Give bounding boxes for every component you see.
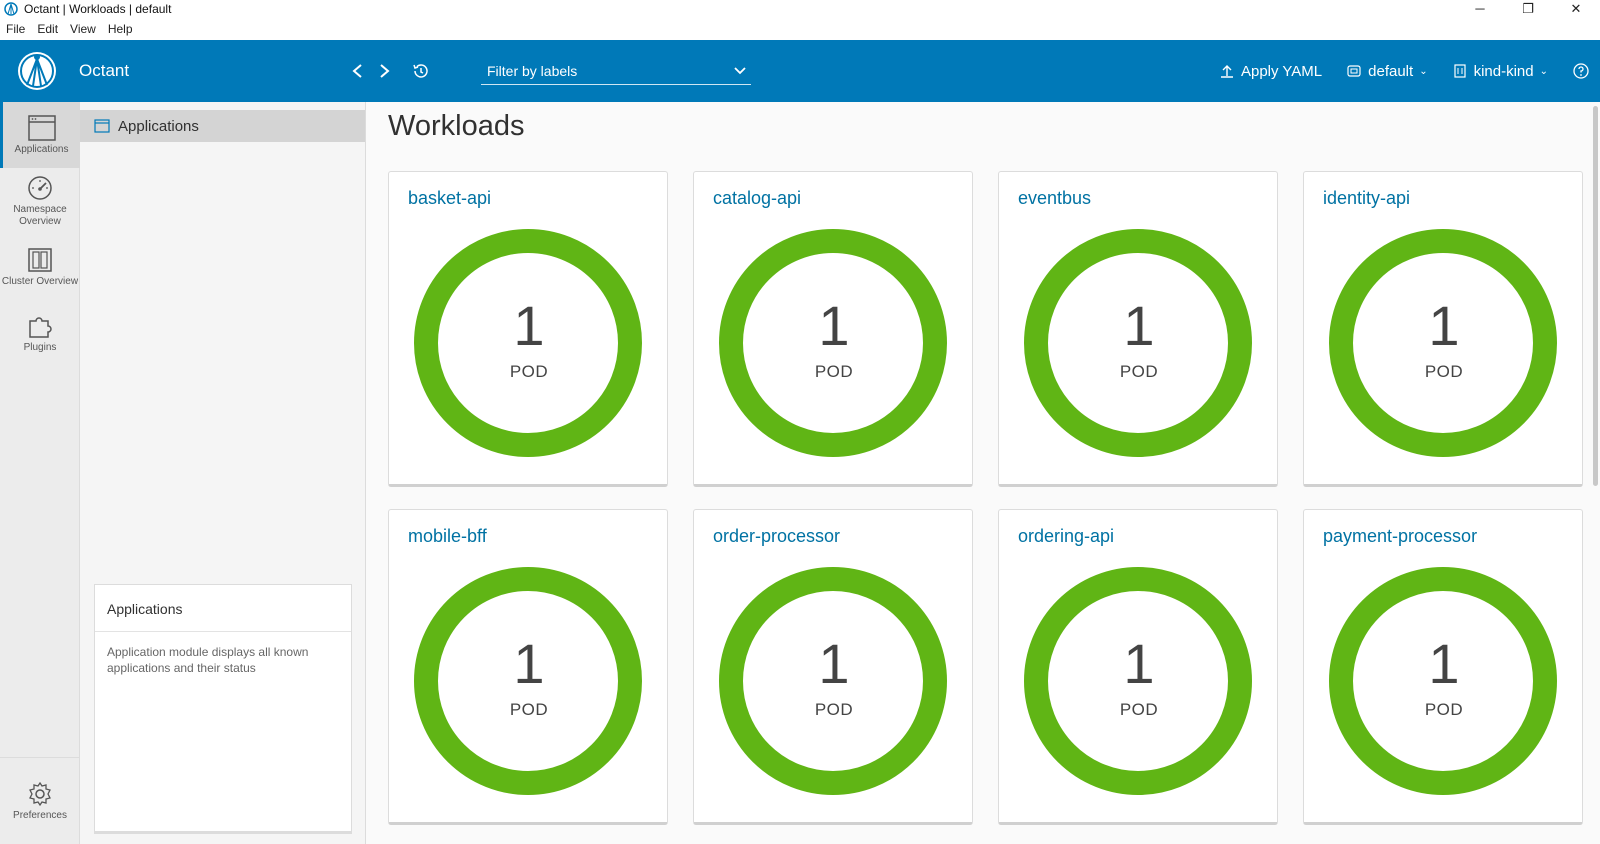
pod-count-unit: POD xyxy=(509,362,549,381)
upload-icon xyxy=(1220,65,1233,78)
workload-name-link[interactable]: mobile-bff xyxy=(408,526,487,547)
apply-yaml-button[interactable]: Apply YAML xyxy=(1219,63,1322,80)
pod-count-unit: POD xyxy=(814,700,854,719)
main-content: Workloads basket-api 1 POD catalog-api 1… xyxy=(366,102,1600,844)
puzzle-icon xyxy=(29,316,52,338)
applications-icon xyxy=(27,114,56,141)
namespace-value: default xyxy=(1368,62,1414,80)
cluster-context-icon xyxy=(1453,64,1466,78)
pod-count: 1 xyxy=(1123,294,1155,357)
caret-down-icon: ⌄ xyxy=(1539,65,1548,77)
chevron-down-icon xyxy=(734,66,746,74)
history-icon[interactable] xyxy=(411,62,429,80)
rail-item-preferences[interactable]: Preferences xyxy=(0,768,80,834)
window-title: Octant | Workloads | default xyxy=(24,2,172,16)
pod-count-unit: POD xyxy=(1424,362,1464,381)
workload-card[interactable]: ordering-api 1 POD xyxy=(998,509,1278,825)
workload-name-link[interactable]: basket-api xyxy=(408,188,491,209)
pod-count: 1 xyxy=(513,294,545,357)
pod-count: 1 xyxy=(1428,294,1460,357)
apply-yaml-label: Apply YAML xyxy=(1240,62,1323,80)
rail-label-namespace-overview: Namespace Overview xyxy=(13,203,67,227)
app-header: Octant Filter by labels Apply YAML defau… xyxy=(0,40,1600,102)
pod-count-unit: POD xyxy=(814,362,854,381)
workload-name-link[interactable]: payment-processor xyxy=(1323,526,1477,547)
gauge-icon xyxy=(28,175,52,200)
namespace-dropdown[interactable]: default ⌄ xyxy=(1346,62,1428,80)
pod-count: 1 xyxy=(1123,632,1155,695)
gear-icon xyxy=(29,781,51,806)
label-filter-select[interactable]: Filter by labels xyxy=(481,57,751,85)
menu-bar: File Edit View Help xyxy=(0,18,1600,40)
module-info-title: Applications xyxy=(95,585,351,632)
minimize-button[interactable]: ─ xyxy=(1456,0,1504,18)
menu-file[interactable]: File xyxy=(6,22,25,36)
octant-app-icon xyxy=(4,2,18,16)
menu-help[interactable]: Help xyxy=(108,22,133,36)
help-icon[interactable] xyxy=(1572,62,1590,80)
main-scrollbar[interactable] xyxy=(1593,106,1598,486)
caret-down-icon: ⌄ xyxy=(1419,65,1428,77)
secondary-nav: Applications Applications Application mo… xyxy=(80,102,366,844)
module-info-description: Application module displays all known ap… xyxy=(107,645,309,675)
pod-count: 1 xyxy=(818,632,850,695)
icon-rail: Applications Namespace Overview Cluster … xyxy=(0,102,80,844)
page-title: Workloads xyxy=(388,110,525,142)
namespace-icon xyxy=(1347,65,1361,77)
pod-count: 1 xyxy=(1428,632,1460,695)
rail-label-cluster-overview: Cluster Overview xyxy=(1,275,79,287)
cluster-icon xyxy=(28,247,52,272)
pod-count: 1 xyxy=(513,632,545,695)
context-value: kind-kind xyxy=(1473,62,1534,80)
context-dropdown[interactable]: kind-kind ⌄ xyxy=(1452,63,1548,80)
workload-card[interactable]: identity-api 1 POD xyxy=(1303,171,1583,487)
rail-label-preferences: Preferences xyxy=(13,809,67,821)
menu-view[interactable]: View xyxy=(70,22,96,36)
subnav-item-applications[interactable]: Applications xyxy=(80,110,365,142)
subnav-label-applications: Applications xyxy=(118,117,199,135)
workload-card[interactable]: mobile-bff 1 POD xyxy=(388,509,668,825)
restore-button[interactable]: ❐ xyxy=(1504,0,1552,18)
pod-count-unit: POD xyxy=(1119,362,1159,381)
close-button[interactable]: ✕ xyxy=(1552,0,1600,18)
workload-card[interactable]: payment-processor 1 POD xyxy=(1303,509,1583,825)
workload-card[interactable]: catalog-api 1 POD xyxy=(693,171,973,487)
octant-logo-icon[interactable] xyxy=(15,49,59,93)
forward-arrow-icon[interactable] xyxy=(375,62,393,80)
window-titlebar: Octant | Workloads | default ─ ❐ ✕ xyxy=(0,0,1600,18)
workload-name-link[interactable]: catalog-api xyxy=(713,188,801,209)
workload-name-link[interactable]: ordering-api xyxy=(1018,526,1114,547)
label-filter-placeholder: Filter by labels xyxy=(487,62,578,79)
rail-label-applications: Applications xyxy=(14,143,69,155)
workload-name-link[interactable]: order-processor xyxy=(713,526,840,547)
workload-name-link[interactable]: eventbus xyxy=(1018,188,1091,209)
rail-item-plugins[interactable]: Plugins xyxy=(0,300,80,366)
rail-item-namespace-overview[interactable]: Namespace Overview xyxy=(0,168,80,234)
workload-card[interactable]: order-processor 1 POD xyxy=(693,509,973,825)
back-arrow-icon[interactable] xyxy=(349,62,367,80)
rail-item-cluster-overview[interactable]: Cluster Overview xyxy=(0,234,80,300)
pod-count-unit: POD xyxy=(509,700,549,719)
rail-item-applications[interactable]: Applications xyxy=(0,102,80,168)
pod-count-unit: POD xyxy=(1119,700,1159,719)
workload-card[interactable]: eventbus 1 POD xyxy=(998,171,1278,487)
workload-card[interactable]: basket-api 1 POD xyxy=(388,171,668,487)
brand-name: Octant xyxy=(79,61,130,80)
menu-edit[interactable]: Edit xyxy=(37,22,58,36)
workload-name-link[interactable]: identity-api xyxy=(1323,188,1410,209)
module-info-card: Applications Application module displays… xyxy=(94,584,352,834)
rail-label-plugins: Plugins xyxy=(23,341,57,353)
applications-icon xyxy=(94,119,110,133)
pod-count: 1 xyxy=(818,294,850,357)
pod-count-unit: POD xyxy=(1424,700,1464,719)
